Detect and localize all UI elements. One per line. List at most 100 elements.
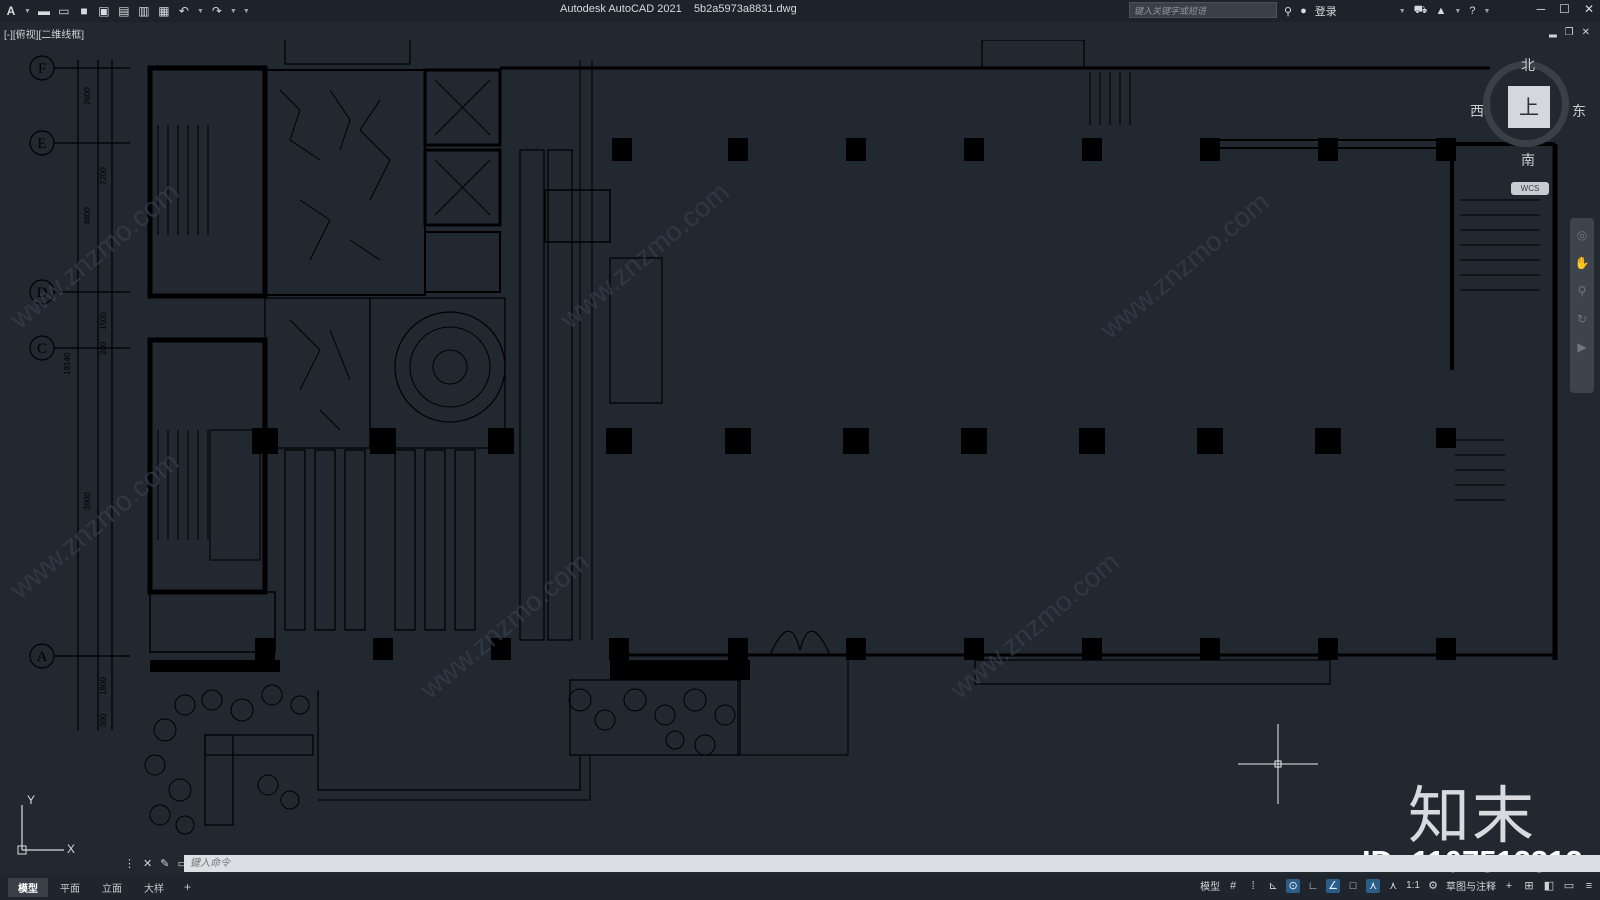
annotation-scale[interactable]: 1:1 bbox=[1406, 880, 1420, 891]
showmotion-icon[interactable]: ▶ bbox=[1577, 340, 1586, 354]
redo-icon[interactable]: ↷ bbox=[210, 4, 224, 18]
grid-display-icon[interactable]: # bbox=[1226, 879, 1240, 893]
command-grip-icon[interactable]: ⋮ bbox=[124, 857, 135, 870]
dim-text-5: 200 bbox=[99, 341, 108, 355]
publish-icon[interactable]: ▤ bbox=[117, 4, 131, 18]
dim-text-2: 7200 bbox=[99, 167, 108, 185]
maximize-icon[interactable]: ☐ bbox=[1559, 2, 1570, 16]
watermark-brand: 知末 bbox=[1408, 779, 1537, 852]
drawing-minimize-icon[interactable]: ▂ bbox=[1549, 27, 1557, 38]
annotation-visibility-icon[interactable]: ⋏ bbox=[1366, 878, 1381, 893]
auto-scale-icon[interactable]: ⋏ bbox=[1386, 879, 1400, 893]
save-icon[interactable]: ■ bbox=[77, 4, 91, 18]
redo-caret-icon[interactable]: ▼ bbox=[230, 8, 237, 15]
tab-model[interactable]: 模型 bbox=[8, 877, 48, 897]
open-folder-icon[interactable]: ▭ bbox=[57, 4, 71, 18]
command-customize-icon[interactable]: ✎ bbox=[160, 857, 169, 870]
viewport-controls-label[interactable]: [-][俯视][二维线框] bbox=[4, 26, 84, 41]
compass-south[interactable]: 南 bbox=[1521, 150, 1535, 170]
command-close-icon[interactable]: ✕ bbox=[143, 857, 152, 870]
drawing-restore-icon[interactable]: ❐ bbox=[1565, 27, 1574, 38]
tab-plan[interactable]: 平面 bbox=[50, 878, 90, 897]
layout-tabs: 模型 平面 立面 大样 + bbox=[0, 877, 199, 897]
grid-axes bbox=[29, 55, 130, 730]
viewcube-top-face[interactable]: 上 bbox=[1508, 86, 1550, 128]
crosshair-cursor bbox=[1238, 724, 1318, 804]
object-snap-icon[interactable]: □ bbox=[1346, 879, 1360, 893]
quick-access-toolbar: A ▼ ▬ ▭ ■ ▣ ▤ ▥ ▦ ↶ ▼ ↷ ▼ ▼ bbox=[0, 4, 250, 18]
drawing-close-icon[interactable]: ✕ bbox=[1582, 27, 1590, 38]
tab-elevation[interactable]: 立面 bbox=[92, 878, 132, 897]
zoom-icon[interactable]: ⚲ bbox=[1578, 284, 1587, 298]
window-title: Autodesk AutoCAD 2021 5b2a5973a8831.dwg bbox=[560, 3, 797, 15]
tab-detail[interactable]: 大样 bbox=[134, 878, 174, 897]
search-icon[interactable]: ⚲ bbox=[1284, 5, 1292, 18]
window-controls: ─ ☐ ✕ bbox=[1537, 2, 1594, 16]
command-input[interactable] bbox=[184, 854, 1600, 872]
plot-icon[interactable]: ▦ bbox=[157, 4, 171, 18]
export-icon[interactable]: ▥ bbox=[137, 4, 151, 18]
watermark-site-6: www.znzmo.com bbox=[943, 546, 1125, 705]
units-icon[interactable]: ⊞ bbox=[1522, 879, 1536, 893]
minimize-icon[interactable]: ─ bbox=[1537, 2, 1546, 16]
dim-text-8: 1800 bbox=[99, 677, 108, 695]
isolate-objects-icon[interactable]: ◧ bbox=[1542, 879, 1556, 893]
compass-west[interactable]: 西 bbox=[1470, 101, 1484, 121]
close-icon[interactable]: ✕ bbox=[1584, 2, 1594, 16]
a360-caret-icon[interactable]: ▼ bbox=[1454, 8, 1461, 15]
command-line-buttons: ⋮ ✕ ✎ ▭ bbox=[122, 857, 188, 870]
snap-mode-icon[interactable]: ⁞ bbox=[1246, 879, 1260, 893]
polar-tracking-icon[interactable]: ∠ bbox=[1326, 878, 1341, 893]
grid-label-a: A bbox=[37, 649, 48, 665]
infer-constraints-icon[interactable]: ⊾ bbox=[1266, 879, 1280, 893]
app-menu-button[interactable]: A bbox=[4, 4, 18, 18]
dim-text-1: 2600 bbox=[83, 87, 92, 105]
a360-icon[interactable]: ▲ bbox=[1436, 5, 1447, 17]
model-space-button[interactable]: 模型 bbox=[1200, 878, 1220, 893]
drawing-canvas[interactable]: F E D C A 2600 7200 4800 1500 200 19140 … bbox=[0, 40, 1600, 853]
workspace-switch[interactable]: 草图与注释 bbox=[1446, 878, 1496, 893]
ortho-icon[interactable]: ∟ bbox=[1306, 879, 1320, 893]
undo-caret-icon[interactable]: ▼ bbox=[197, 8, 204, 15]
user-icon[interactable]: ● bbox=[1300, 5, 1307, 17]
watermark-site-5: www.znzmo.com bbox=[413, 546, 595, 705]
add-layout-icon[interactable]: + bbox=[176, 880, 199, 894]
dim-text-6: 19140 bbox=[63, 352, 72, 375]
status-tools: 模型 # ⁞ ⊾ ⊙ ∟ ∠ □ ⋏ ⋏ 1:1 ⚙ 草图与注释 + ⊞ ◧ ▭… bbox=[1200, 878, 1596, 893]
dynamic-input-icon[interactable]: ⊙ bbox=[1286, 878, 1301, 893]
viewcube[interactable]: 上 北 南 东 西 bbox=[1470, 55, 1586, 180]
watermark-site-1: www.znzmo.com bbox=[3, 176, 185, 335]
grid-label-e: E bbox=[37, 136, 46, 152]
watermark-site-3: www.znzmo.com bbox=[1093, 186, 1275, 345]
clean-screen-icon[interactable]: ▭ bbox=[1562, 879, 1576, 893]
compass-east[interactable]: 东 bbox=[1572, 101, 1586, 121]
cart-icon[interactable]: ⛟ bbox=[1414, 4, 1428, 18]
orbit-icon[interactable]: ↻ bbox=[1577, 312, 1587, 326]
help-icon[interactable]: ? bbox=[1469, 5, 1475, 17]
landscaping bbox=[144, 679, 741, 835]
ucs-y-label: Y bbox=[27, 795, 35, 807]
file-name: 5b2a5973a8831.dwg bbox=[693, 3, 797, 15]
annotation-monitor-icon[interactable]: + bbox=[1502, 879, 1516, 893]
undo-icon[interactable]: ↶ bbox=[177, 4, 191, 18]
save-as-icon[interactable]: ▣ bbox=[97, 4, 111, 18]
customize-toolbar-icon[interactable]: ▼ bbox=[243, 8, 250, 15]
pan-icon[interactable]: ✋ bbox=[1575, 256, 1590, 270]
search-input[interactable]: 键入关键字或短语 bbox=[1129, 2, 1277, 18]
steering-wheel-icon[interactable]: ◎ bbox=[1577, 228, 1587, 242]
app-menu-caret-icon[interactable]: ▼ bbox=[24, 8, 31, 15]
title-bar: A ▼ ▬ ▭ ■ ▣ ▤ ▥ ▦ ↶ ▼ ↷ ▼ ▼ Autodesk Aut… bbox=[0, 0, 1600, 22]
new-file-icon[interactable]: ▬ bbox=[37, 4, 51, 18]
wcs-menu[interactable]: WCS bbox=[1511, 182, 1549, 195]
ucs-icon: Y X bbox=[17, 795, 75, 855]
grid-label-c: C bbox=[37, 341, 47, 357]
workspace-gear-icon[interactable]: ⚙ bbox=[1426, 879, 1440, 893]
login-link[interactable]: 登录 bbox=[1315, 3, 1337, 19]
compass-north[interactable]: 北 bbox=[1521, 55, 1535, 75]
dim-text-9: 300 bbox=[99, 713, 108, 727]
login-caret-icon[interactable]: ▼ bbox=[1399, 8, 1406, 15]
status-bar: 模型 平面 立面 大样 + 模型 # ⁞ ⊾ ⊙ ∟ ∠ □ ⋏ ⋏ 1:1 ⚙… bbox=[0, 874, 1600, 900]
grid-label-f: F bbox=[38, 61, 46, 77]
customization-menu-icon[interactable]: ≡ bbox=[1582, 879, 1596, 893]
help-caret-icon[interactable]: ▼ bbox=[1483, 8, 1490, 15]
